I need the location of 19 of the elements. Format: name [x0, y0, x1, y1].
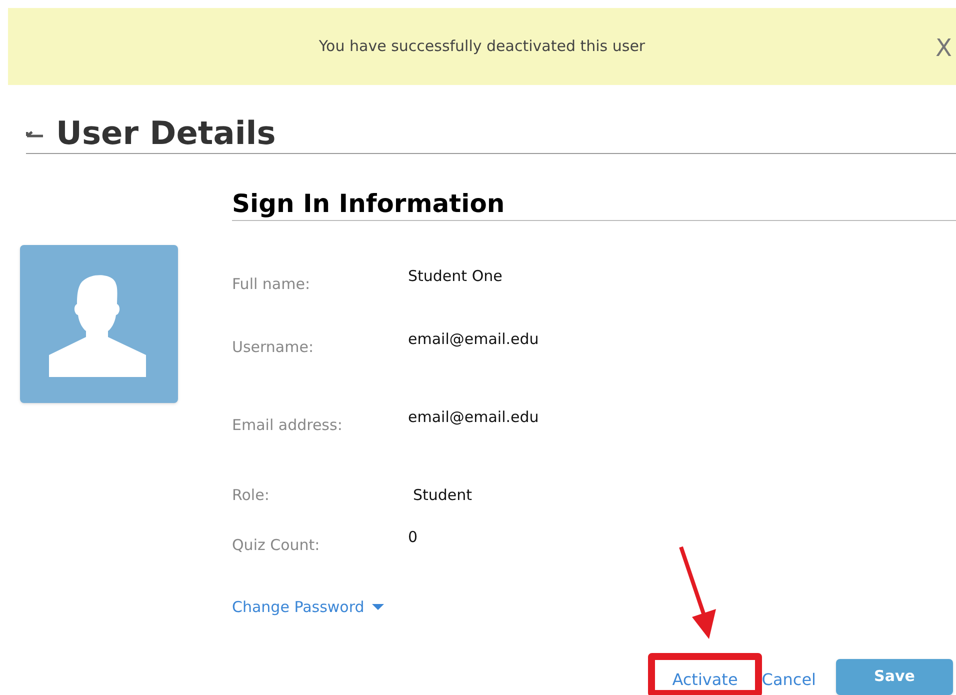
field-value: email@email.edu — [408, 329, 539, 350]
text-link[interactable]: Activate — [672, 668, 738, 692]
field-value: Student — [412, 485, 472, 506]
field-label: Username: — [232, 337, 315, 358]
page-title: User Details — [56, 113, 276, 153]
field-value: Student One — [408, 266, 502, 287]
change-password-link[interactable]: Change Password — [232, 596, 384, 618]
save-button[interactable]: Save — [836, 658, 953, 694]
banner-message: You have successfully deactivated this user — [318, 36, 646, 58]
field-label: Email address: — [232, 415, 344, 436]
section-title: Sign In Information — [232, 188, 505, 220]
field-value: 0 — [408, 527, 418, 548]
caret-icon — [372, 604, 384, 610]
field-label: Quiz Count: — [232, 535, 321, 556]
close-button[interactable]: X — [936, 30, 952, 66]
field-label: Full name: — [232, 274, 312, 295]
field-label: Role: — [232, 485, 270, 506]
field-value: email@email.edu — [408, 407, 539, 428]
text-link[interactable]: Cancel — [762, 668, 816, 692]
